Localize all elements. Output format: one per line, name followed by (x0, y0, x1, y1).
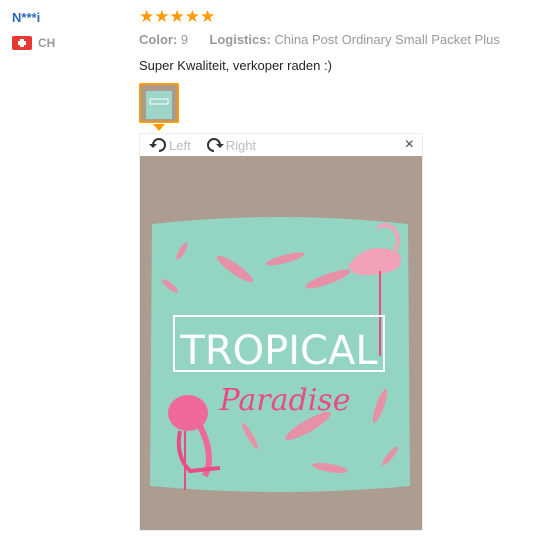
close-icon[interactable]: × (405, 136, 414, 154)
purchase-details: Color: 9 Logistics: China Post Ordinary … (139, 32, 500, 47)
swiss-flag-icon (12, 36, 32, 50)
country-code: CH (38, 36, 56, 50)
reviewer-name[interactable]: N***i (12, 10, 40, 25)
reviewer-country: CH (12, 36, 55, 50)
rotate-left-button[interactable]: Left (148, 136, 191, 154)
star-icon: ★ (169, 7, 185, 26)
rating-stars: ★ ★ ★ ★ ★ (139, 8, 215, 25)
logistics-value: China Post Ordinary Small Packet Plus (274, 32, 500, 47)
review-text: Super Kwaliteit, verkoper raden :) (139, 58, 332, 73)
photo-title-text: TROPICAL (179, 328, 378, 374)
photo-subtitle-text: Paradise (219, 383, 351, 418)
star-icon: ★ (154, 7, 170, 26)
logistics-label: Logistics: (209, 32, 271, 47)
color-value: 9 (180, 32, 189, 47)
review-photo: TROPICAL Paradise (140, 156, 422, 530)
rotate-left-icon (149, 138, 166, 152)
photo-viewer: Left Right × TROPICAL Paradise (139, 133, 423, 531)
star-icon: ★ (139, 7, 155, 26)
thumbnail-pointer (153, 124, 165, 131)
rotate-right-label: Right (225, 137, 257, 153)
rotate-left-label: Left (169, 137, 191, 153)
star-icon: ★ (184, 7, 200, 26)
rotate-right-button[interactable]: Right (205, 136, 256, 154)
review-photo-thumbnail[interactable] (139, 83, 179, 123)
color-label: Color: (139, 32, 178, 47)
rotate-right-icon (206, 138, 224, 152)
star-icon: ★ (200, 7, 216, 26)
viewer-toolbar: Left Right × (140, 134, 422, 156)
